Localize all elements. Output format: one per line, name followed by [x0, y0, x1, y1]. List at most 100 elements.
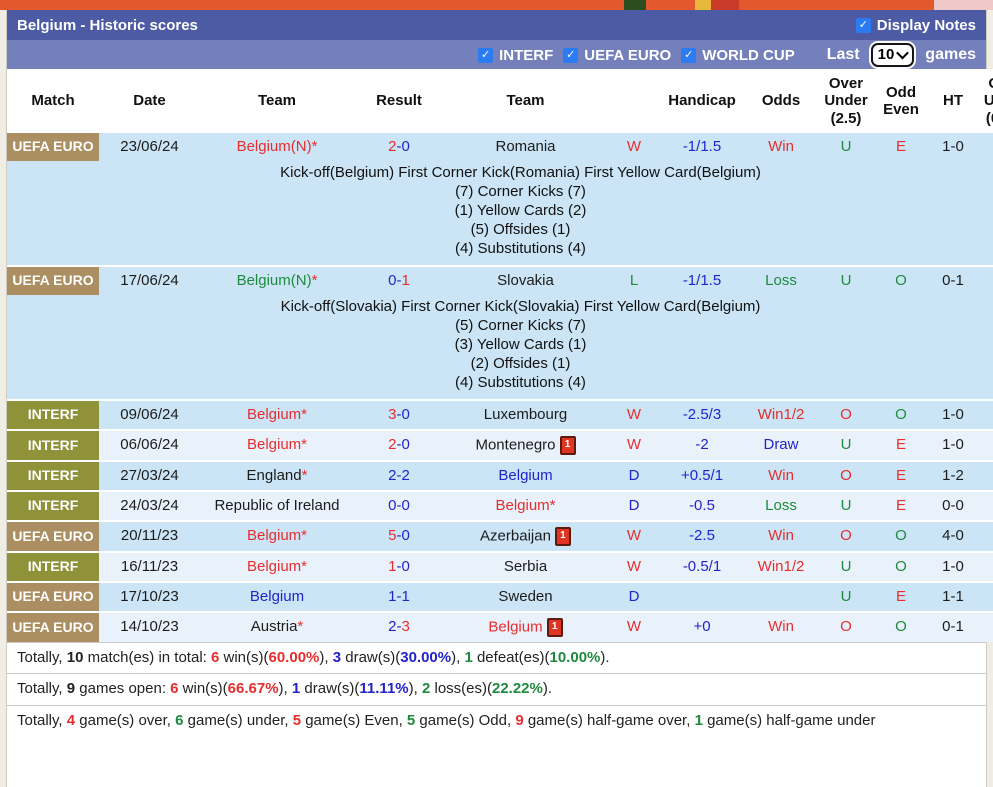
filter-checkboxes: INTERF UEFA EURO WORLD CUP [478, 45, 805, 64]
filter-checkbox-world-cup[interactable]: WORLD CUP [681, 47, 805, 64]
odd-even-cell: E [873, 459, 929, 491]
over-under-25-cell: U [819, 132, 873, 161]
match-row-group: INTERF 09/06/24 Belgium* 3-0 Luxembourg W -2.5… [7, 398, 993, 430]
competition-badge: INTERF [7, 459, 99, 491]
competition-badge: UEFA EURO [7, 132, 99, 161]
result-letter-cell: D [607, 489, 661, 521]
competition-badge: UEFA EURO [7, 610, 99, 642]
summary-segment: 3 [332, 648, 342, 666]
odds-cell: Win [743, 459, 819, 491]
odds-cell: Loss [743, 264, 819, 295]
over-under-25-cell: O [819, 459, 873, 491]
match-row: INTERF 27/03/24 England* 2-2 Belgium D +0.5/1 W… [7, 459, 993, 491]
photo-patch [624, 0, 646, 10]
result-letter-cell: W [607, 428, 661, 461]
handicap-cell: +0 [661, 610, 743, 642]
match-note-line: Kick-off(Belgium) First Corner Kick(Roma… [280, 163, 761, 181]
text-part: Romania [495, 137, 556, 155]
matches-table: Match Date Team Result Team Handicap Odds Over … [7, 69, 993, 642]
summary-segment: game(s) Even, [301, 711, 407, 729]
text-part: -0 [396, 527, 410, 545]
column-header: HT [929, 69, 977, 133]
column-header: Over Under (0.75) [977, 69, 993, 133]
score-cell: 2-0 [354, 132, 444, 161]
competition-badge: UEFA EURO [7, 519, 99, 552]
checkbox-checked-icon[interactable] [478, 48, 494, 63]
handicap-cell: -2 [661, 428, 743, 461]
games-count-select[interactable]: 10 [870, 42, 915, 67]
summary-segment: 6 [170, 680, 179, 698]
odds-cell: Win1/2 [743, 550, 819, 582]
ht-score-cell: 1-2 [929, 459, 977, 491]
text-part: 3 [388, 405, 397, 423]
score-cell: 0-1 [354, 264, 444, 295]
odd-even-cell: O [873, 550, 929, 582]
handicap-cell: -2.5/3 [661, 398, 743, 430]
summary-segment: 1 [291, 680, 301, 698]
filter-checkbox-uefa-euro[interactable]: UEFA EURO [563, 47, 681, 64]
text-part: Belgium* [246, 405, 308, 423]
column-header: Over Under (2.5) [819, 69, 873, 133]
text-part: Austria [250, 618, 298, 636]
result-letter-cell: D [607, 459, 661, 491]
date-cell: 24/03/24 [99, 489, 200, 521]
competition-badge: INTERF [7, 550, 99, 582]
competition-badge: UEFA EURO [7, 264, 99, 295]
text-part: 1 [388, 557, 397, 575]
column-header: Team [444, 69, 607, 133]
checkbox-checked-icon[interactable] [681, 48, 697, 63]
summary-segment: 22.22% [491, 680, 543, 698]
text-part: -0 [396, 405, 410, 423]
over-under-25-cell: O [819, 610, 873, 642]
summary-line: Totally, 10 match(es) in total: 6 win(s)… [7, 641, 986, 674]
summary-segment: Totally, [17, 711, 67, 729]
match-row: INTERF 09/06/24 Belgium* 3-0 Luxembourg W -2.5… [7, 398, 993, 430]
odds-cell: Win [743, 610, 819, 642]
filter-label: UEFA EURO [584, 47, 672, 64]
home-team-cell: Belgium* [200, 428, 354, 461]
text-part: -0 [396, 557, 410, 575]
over-under-25-cell: O [819, 398, 873, 430]
result-letter-cell: L [607, 264, 661, 295]
over-under-075-cell: O [977, 428, 993, 461]
date-cell: 20/11/23 [99, 519, 200, 552]
ht-score-cell: 1-0 [929, 398, 977, 430]
match-notes-row: Kick-off(Belgium) First Corner Kick(Roma… [7, 160, 993, 266]
text-part: 0- [388, 271, 402, 289]
text-part: Montenegro [475, 436, 556, 454]
summary-segment: loss(es)( [430, 680, 492, 698]
checkbox-checked-icon[interactable] [563, 48, 579, 63]
over-under-075-cell: O [977, 580, 993, 612]
display-notes-toggle[interactable]: Display Notes [855, 17, 976, 34]
away-team-cell: Luxembourg [444, 398, 607, 430]
home-team-cell: England* [200, 459, 354, 491]
filter-checkbox-interf[interactable]: INTERF [478, 47, 563, 64]
match-row-group: UEFA EURO17/10/23Belgium1-1SwedenDUE1-1O [7, 580, 993, 612]
score-cell: 2-0 [354, 428, 444, 461]
match-row-group: INTERF 24/03/24 Republic of Ireland 0-0 Belg… [7, 489, 993, 521]
over-under-25-cell: U [819, 580, 873, 612]
summary-segment: Totally, [17, 680, 67, 698]
text-part: 0-0 [388, 496, 410, 514]
display-notes-checkbox[interactable] [855, 17, 871, 33]
match-row: UEFA EURO 14/10/23 Austria* 2-3 Belgium 1 W +0 W… [7, 610, 993, 642]
handicap-cell: -0.5 [661, 489, 743, 521]
summary-segment: games open: [75, 680, 171, 698]
away-team-cell: Serbia [444, 550, 607, 582]
handicap-cell: +0.5/1 [661, 459, 743, 491]
ht-score-cell: 1-0 [929, 132, 977, 161]
match-row-group: INTERF 16/11/23 Belgium* 1-0 Serbia W -0.5/1 Wi… [7, 550, 993, 582]
home-team-cell: Austria* [200, 610, 354, 642]
text-part: 2 [388, 137, 397, 155]
panel-header: Belgium - Historic scores Display Notes [7, 10, 986, 40]
match-row: INTERF 06/06/24 Belgium* 2-0 Montenegro 1 W -2 D… [7, 428, 993, 461]
match-row: INTERF 24/03/24 Republic of Ireland 0-0 Belg… [7, 489, 993, 521]
result-letter-cell: D [607, 580, 661, 612]
away-team-cell: Azerbaijan 1 [444, 519, 607, 552]
text-part: Azerbaijan [480, 527, 551, 545]
summary-segment: ). [600, 648, 610, 666]
summary-segment: game(s) over, [75, 711, 176, 729]
ht-score-cell: 0-1 [929, 264, 977, 295]
text-part: -0 [396, 436, 410, 454]
odd-even-cell: E [873, 580, 929, 612]
